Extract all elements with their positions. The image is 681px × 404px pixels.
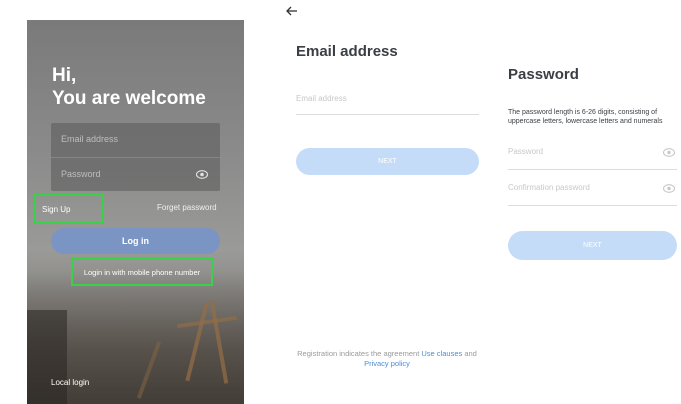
use-clauses-link[interactable]: Use clauses bbox=[421, 349, 462, 358]
login-screen: Hi, You are welcome Email address Passwo… bbox=[27, 20, 244, 404]
email-input[interactable] bbox=[296, 94, 476, 103]
login-button-label: Log in bbox=[122, 236, 149, 246]
page-title: Email address bbox=[296, 43, 398, 60]
back-arrow-icon[interactable] bbox=[285, 4, 299, 18]
greeting-line-2: You are welcome bbox=[52, 88, 206, 109]
greeting-line-1: Hi, bbox=[52, 65, 77, 86]
greeting: Hi, You are welcome bbox=[52, 64, 206, 110]
eye-icon[interactable] bbox=[663, 148, 675, 157]
privacy-policy-link[interactable]: Privacy policy bbox=[364, 359, 410, 368]
mobile-login-label: Login in with mobile phone number bbox=[83, 268, 201, 277]
confirm-password-field bbox=[508, 177, 677, 206]
password-field bbox=[508, 141, 677, 170]
login-button[interactable]: Log in bbox=[51, 228, 220, 254]
local-login-link[interactable]: Local login bbox=[51, 378, 89, 387]
confirm-password-input[interactable] bbox=[508, 183, 648, 192]
agreement-prefix: Registration indicates the agreement bbox=[297, 349, 422, 358]
next-button[interactable]: NEXT bbox=[508, 231, 677, 260]
password-input[interactable] bbox=[508, 147, 648, 156]
next-button-label: NEXT bbox=[583, 242, 602, 249]
next-button-label: NEXT bbox=[378, 158, 397, 165]
agreement-text: Registration indicates the agreement Use… bbox=[276, 349, 498, 369]
sign-up-link[interactable]: Sign Up bbox=[34, 194, 104, 224]
mobile-login-link[interactable]: Login in with mobile phone number bbox=[71, 258, 213, 286]
forget-password-link[interactable]: Forget password bbox=[157, 203, 217, 212]
eye-icon[interactable] bbox=[196, 170, 208, 179]
eye-icon[interactable] bbox=[663, 184, 675, 193]
email-input-wrapper bbox=[296, 88, 479, 115]
page-title: Password bbox=[508, 66, 579, 83]
email-placeholder: Email address bbox=[61, 134, 119, 144]
sign-up-label: Sign Up bbox=[42, 205, 71, 214]
next-button[interactable]: NEXT bbox=[296, 148, 479, 175]
credentials-box: Email address Password bbox=[51, 123, 220, 191]
password-placeholder: Password bbox=[61, 169, 101, 179]
password-field[interactable]: Password bbox=[51, 158, 220, 192]
agreement-and: and bbox=[462, 349, 477, 358]
password-description: The password length is 6-26 digits, cons… bbox=[508, 109, 663, 125]
email-field[interactable]: Email address bbox=[51, 123, 220, 157]
